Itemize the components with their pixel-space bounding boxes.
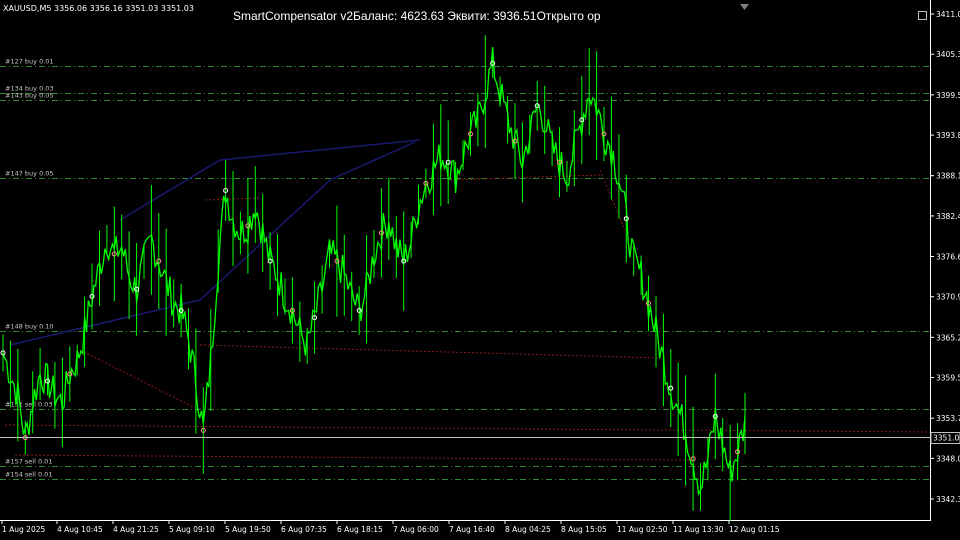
price-tick-label: 3405.30 [936, 50, 960, 59]
time-tick-label: 6 Aug 07:35 [281, 525, 327, 534]
order-level-label: #148 buy 0.10 [5, 323, 54, 331]
time-tick-label: 11 Aug 02:50 [617, 525, 668, 534]
time-tick-label: 5 Aug 19:50 [225, 525, 271, 534]
ea-status-title: SmartCompensator v2Баланс: 4623.63 Эквит… [233, 9, 601, 23]
time-tick-label: 11 Aug 13:30 [673, 525, 724, 534]
one-click-toggle-icon[interactable] [918, 11, 927, 20]
order-level-label: #151 sell 0.03 [5, 401, 52, 409]
current-price-label: 3351.03 [933, 434, 960, 443]
time-tick-label: 6 Aug 18:15 [337, 525, 383, 534]
time-tick-label: 7 Aug 16:40 [449, 525, 495, 534]
plot-area[interactable] [0, 0, 930, 520]
chart-shift-icon[interactable] [740, 4, 749, 13]
order-level-label: #143 buy 0.05 [5, 92, 54, 100]
order-level-label: #127 buy 0.01 [5, 58, 54, 66]
time-tick-label: 12 Aug 01:15 [729, 525, 780, 534]
price-tick-label: 3376.65 [936, 253, 960, 262]
order-level-label: #147 buy 0.05 [5, 170, 54, 178]
price-tick-label: 3388.10 [936, 172, 960, 181]
price-tick-label: 3365.20 [936, 333, 960, 342]
order-level-label: #157 sell 0.01 [5, 458, 52, 466]
price-chart[interactable]: #127 buy 0.01#134 buy 0.03#143 buy 0.05#… [0, 0, 960, 540]
time-axis[interactable]: 1 Aug 2025 4 Aug 10:45 4 Aug 21:25 5 Aug 09… [1, 520, 780, 534]
price-tick-label: 3411.00 [936, 10, 960, 19]
chart-window[interactable]: #127 buy 0.01 #134 buy 0.03 #143 buy 0.05 #… [0, 0, 960, 540]
time-tick-label: 7 Aug 06:00 [393, 525, 439, 534]
price-tick-label: 3342.30 [936, 495, 960, 504]
price-tick-label: 3359.50 [936, 374, 960, 383]
price-tick-label: 3399.55 [936, 91, 960, 100]
price-tick-label: 3393.85 [936, 131, 960, 140]
price-tick-label: 3382.40 [936, 212, 960, 221]
time-tick-label: 4 Aug 10:45 [57, 525, 103, 534]
price-axis[interactable]: 3411.00 3405.30 3399.55 3393.85 3388.10 3382.… [930, 10, 960, 504]
time-tick-label: 5 Aug 09:10 [169, 525, 215, 534]
price-tick-label: 3348.05 [936, 454, 960, 463]
time-tick-label: 1 Aug 2025 [2, 525, 45, 534]
price-tick-label: 3370.95 [936, 293, 960, 302]
symbol-info: XAUUSD,M5 3356.06 3356.16 3351.03 3351.0… [3, 4, 194, 13]
time-tick-label: 8 Aug 15:05 [561, 525, 607, 534]
price-tick-label: 3353.75 [936, 414, 960, 423]
order-level-label: #154 sell 0.01 [5, 471, 52, 479]
time-tick-label: 8 Aug 04:25 [505, 525, 551, 534]
time-tick-label: 4 Aug 21:25 [113, 525, 159, 534]
